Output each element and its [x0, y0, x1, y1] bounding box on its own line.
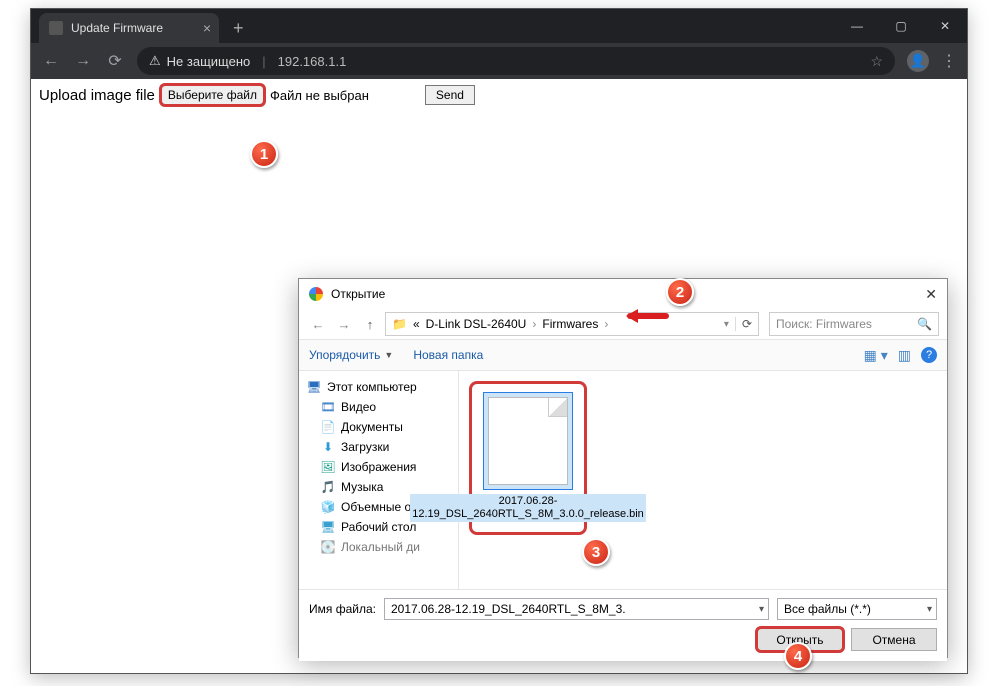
window-close-icon[interactable]: ✕ [923, 9, 967, 43]
upload-label: Upload image file [39, 87, 155, 104]
help-icon[interactable]: ? [921, 347, 937, 363]
document-icon: 📄 [321, 420, 335, 434]
music-icon: 🎵 [321, 480, 335, 494]
cancel-button[interactable]: Отмена [851, 628, 937, 651]
pictures-icon: 🖼 [321, 460, 335, 474]
tree-label: Документы [341, 420, 403, 434]
new-folder-button[interactable]: Новая папка [413, 348, 483, 362]
forward-button[interactable]: → [73, 51, 93, 71]
window-maximize-icon[interactable]: ▢ [879, 9, 923, 43]
window-controls: — ▢ ✕ [835, 9, 967, 43]
dialog-titlebar: Открытие ✕ [299, 279, 947, 309]
view-mode-icon[interactable]: ▦ ▾ [864, 347, 888, 364]
chevron-right-icon: › [604, 317, 608, 331]
filename-value: 2017.06.28-12.19_DSL_2640RTL_S_8M_3. [391, 602, 626, 616]
callout-badge-1: 1 [250, 140, 278, 168]
chrome-icon [309, 287, 323, 301]
callout-badge-4: 4 [784, 642, 812, 670]
chevron-down-icon[interactable]: ▾ [724, 319, 729, 330]
security-indicator[interactable]: ⚠ Не защищено [149, 53, 250, 69]
browser-toolbar: ← → ⟳ ⚠ Не защищено | 192.168.1.1 ☆ 👤 ⋮ [31, 43, 967, 79]
dialog-up-button[interactable]: ↑ [359, 313, 381, 335]
new-tab-button[interactable]: + [233, 18, 244, 39]
separator: | [262, 54, 265, 69]
browser-tab[interactable]: Update Firmware × [39, 13, 219, 43]
filename-input[interactable]: 2017.06.28-12.19_DSL_2640RTL_S_8M_3. [384, 598, 769, 620]
tab-close-icon[interactable]: × [203, 20, 211, 36]
filter-value: Все файлы (*.*) [784, 602, 871, 616]
dialog-body: 🖥 Этот компьютер 🎞 Видео 📄 Документы ⬇ Загру… [299, 371, 947, 589]
warning-icon: ⚠ [149, 53, 161, 69]
reload-button[interactable]: ⟳ [105, 51, 125, 71]
tree-item[interactable]: 📄 Документы [303, 417, 454, 437]
tree-label: Загрузки [341, 440, 389, 454]
dialog-toolbar: Упорядочить ▼ Новая папка ▦ ▾ ▥ ? [299, 339, 947, 371]
new-folder-label: Новая папка [413, 348, 483, 362]
tree-label: Видео [341, 400, 376, 414]
file-name-label: 2017.06.28-12.19_DSL_2640RTL_S_8M_3.0.0_… [410, 494, 646, 522]
dialog-footer: Имя файла: 2017.06.28-12.19_DSL_2640RTL_… [299, 589, 947, 661]
dialog-search-box[interactable]: Поиск: Firmwares 🔍 [769, 312, 939, 336]
organize-label: Упорядочить [309, 348, 380, 362]
refresh-icon[interactable]: ⟳ [735, 317, 752, 331]
tree-item[interactable]: 🖼 Изображения [303, 457, 454, 477]
tree-item[interactable]: ⬇ Загрузки [303, 437, 454, 457]
breadcrumb-current[interactable]: Firmwares [542, 317, 598, 331]
tree-item[interactable]: 🎞 Видео [303, 397, 454, 417]
file-item[interactable]: 2017.06.28-12.19_DSL_2640RTL_S_8M_3.0.0_… [469, 381, 587, 535]
filename-label: Имя файла: [309, 602, 376, 616]
search-placeholder: Поиск: Firmwares [776, 317, 872, 331]
window-minimize-icon[interactable]: — [835, 9, 879, 43]
tree-item[interactable]: 💽 Локальный ди [303, 537, 454, 557]
disk-icon: 💽 [321, 540, 335, 554]
breadcrumb-path[interactable]: 📁 « D-Link DSL-2640U › Firmwares › ▾ ⟳ [385, 312, 759, 336]
dialog-close-icon[interactable]: ✕ [925, 286, 937, 303]
callout-badge-3: 3 [582, 538, 610, 566]
dialog-forward-button[interactable]: → [333, 313, 355, 335]
cube-icon: 🧊 [321, 500, 335, 514]
breadcrumb-parent[interactable]: D-Link DSL-2640U [426, 317, 527, 331]
breadcrumb-prefix: « [413, 317, 420, 331]
dialog-back-button[interactable]: ← [307, 313, 329, 335]
send-button[interactable]: Send [425, 85, 475, 105]
search-icon: 🔍 [917, 317, 932, 331]
tab-favicon [49, 21, 63, 35]
address-bar[interactable]: ⚠ Не защищено | 192.168.1.1 ☆ [137, 47, 895, 75]
callout-badge-2: 2 [666, 278, 694, 306]
security-label: Не защищено [167, 54, 251, 69]
tree-label: Локальный ди [341, 540, 420, 554]
download-icon: ⬇ [321, 440, 335, 454]
dialog-title: Открытие [331, 287, 385, 301]
page-content: Upload image file Выберите файл Файл не … [31, 79, 967, 111]
profile-avatar[interactable]: 👤 [907, 50, 929, 72]
tree-label: Рабочий стол [341, 520, 416, 534]
chevron-down-icon: ▼ [384, 350, 393, 360]
browser-titlebar: Update Firmware × + — ▢ ✕ [31, 9, 967, 43]
desktop-icon: 🖥 [321, 520, 335, 534]
upload-form: Upload image file Выберите файл Файл не … [39, 85, 959, 105]
tree-this-pc[interactable]: 🖥 Этот компьютер [303, 377, 454, 397]
file-list-pane[interactable]: 2017.06.28-12.19_DSL_2640RTL_S_8M_3.0.0_… [459, 371, 947, 589]
choose-file-button[interactable]: Выберите файл [161, 85, 264, 105]
tab-title: Update Firmware [71, 21, 163, 35]
organize-menu[interactable]: Упорядочить ▼ [309, 348, 393, 362]
video-icon: 🎞 [321, 400, 335, 414]
tree-label: Музыка [341, 480, 383, 494]
back-button[interactable]: ← [41, 51, 61, 71]
url-text: 192.168.1.1 [278, 54, 347, 69]
tree-label: Изображения [341, 460, 416, 474]
file-type-filter[interactable]: Все файлы (*.*) [777, 598, 937, 620]
chevron-right-icon: › [532, 317, 536, 331]
monitor-icon: 🖥 [307, 380, 321, 394]
tree-label: Этот компьютер [327, 380, 417, 394]
preview-pane-icon[interactable]: ▥ [898, 347, 911, 364]
bookmark-star-icon[interactable]: ☆ [870, 53, 883, 70]
file-thumbnail [483, 392, 573, 490]
folder-tree: 🖥 Этот компьютер 🎞 Видео 📄 Документы ⬇ Загру… [299, 371, 459, 589]
file-open-dialog: Открытие ✕ ← → ↑ 📁 « D-Link DSL-2640U › … [298, 278, 948, 658]
file-status-text: Файл не выбран [270, 88, 369, 103]
callout-arrow [619, 309, 669, 323]
browser-menu-icon[interactable]: ⋮ [941, 51, 957, 71]
folder-icon: 📁 [392, 317, 407, 331]
